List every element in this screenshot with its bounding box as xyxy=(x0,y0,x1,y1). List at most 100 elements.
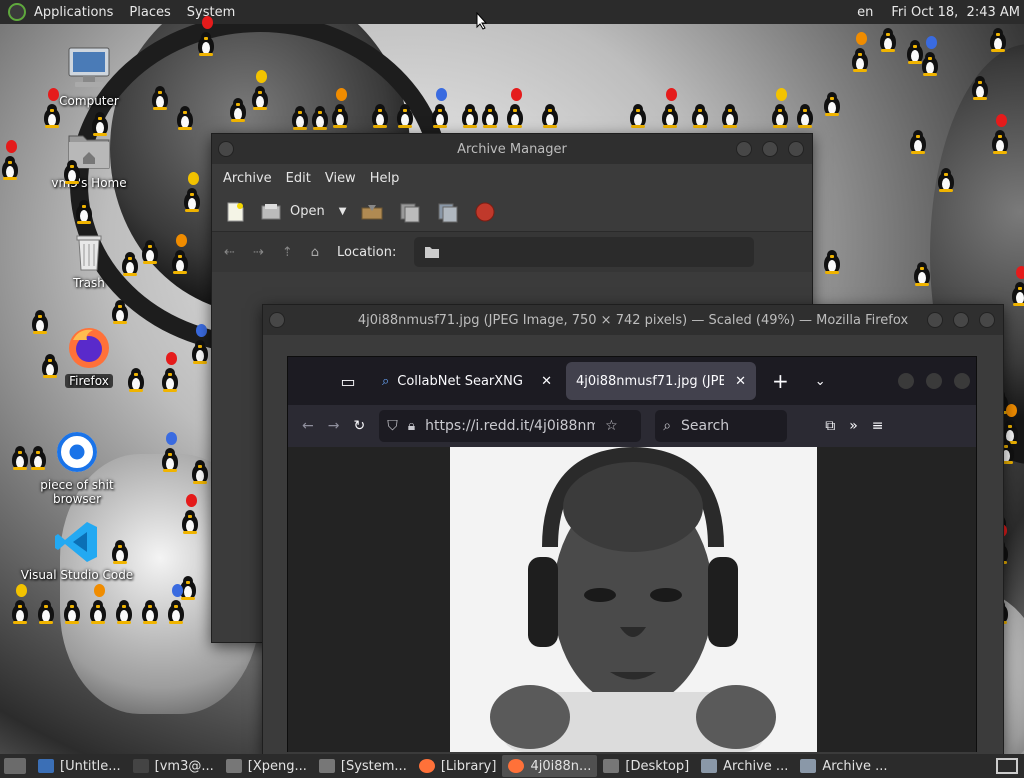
penguin-icon xyxy=(936,168,956,192)
tab-close-icon[interactable]: ✕ xyxy=(541,374,552,389)
balloon-icon xyxy=(202,16,213,29)
menu-archive[interactable]: Archive xyxy=(216,171,279,186)
archive-manager-titlebar[interactable]: Archive Manager xyxy=(212,134,812,164)
penguin-icon xyxy=(28,446,48,470)
close-button[interactable] xyxy=(954,373,970,389)
new-tab-icon[interactable]: + xyxy=(772,369,789,393)
new-archive-icon[interactable] xyxy=(224,201,246,223)
taskbar-item[interactable]: 4j0i88n... xyxy=(502,755,598,777)
tab-searxng[interactable]: ⌕ CollabNet SearXNG ✕ xyxy=(372,362,562,400)
taskbar-item[interactable]: [Untitle... xyxy=(32,755,127,777)
taskbar-item[interactable]: Archive ... xyxy=(794,755,893,777)
tab-close-icon[interactable]: ✕ xyxy=(735,374,746,389)
penguin-icon xyxy=(912,262,932,286)
image-viewer-area[interactable] xyxy=(288,447,976,752)
tab-overview-icon[interactable]: ▭ xyxy=(324,372,372,391)
overflow-chevron-icon[interactable]: » xyxy=(849,418,858,434)
taskbar-item[interactable]: Archive ... xyxy=(695,755,794,777)
extensions-icon[interactable]: ⧉ xyxy=(825,418,835,434)
penguin-icon xyxy=(250,86,270,110)
taskbar-item[interactable]: [System... xyxy=(313,755,413,777)
forward-arrow-icon[interactable]: ⇢ xyxy=(253,245,264,260)
places-menu[interactable]: Places xyxy=(121,5,178,20)
archive-icon xyxy=(800,759,817,773)
lock-icon[interactable]: 🔒︎ xyxy=(408,418,415,434)
minimize-button[interactable] xyxy=(898,373,914,389)
penguin-icon xyxy=(190,340,210,364)
desktop-icon-computer[interactable]: Computer xyxy=(29,46,149,108)
up-arrow-icon[interactable]: ⇡ xyxy=(282,245,293,260)
top-panel: Applications Places System en Fri Oct 18… xyxy=(0,0,1024,30)
firefox-icon xyxy=(65,326,113,370)
close-button[interactable] xyxy=(788,141,804,157)
penguin-icon xyxy=(190,460,210,484)
taskbar-label: Archive ... xyxy=(822,758,888,774)
workspace-switcher-icon[interactable] xyxy=(996,758,1018,774)
jpeg-image xyxy=(450,447,817,752)
menu-edit[interactable]: Edit xyxy=(279,171,318,186)
trash-icon xyxy=(65,228,113,272)
taskbar-item[interactable]: [vm3@... xyxy=(127,755,220,777)
search-icon: ⌕ xyxy=(382,373,390,389)
penguin-icon xyxy=(330,104,350,128)
menu-view[interactable]: View xyxy=(318,171,363,186)
firefox-window[interactable]: ▭ ⌕ CollabNet SearXNG ✕ 4j0i88nmusf71.jp… xyxy=(287,356,977,752)
maximize-button[interactable] xyxy=(926,373,942,389)
open-archive-icon xyxy=(261,203,281,219)
minimize-button[interactable] xyxy=(736,141,752,157)
list-tabs-icon[interactable]: ⌄ xyxy=(815,374,826,389)
penguin-icon xyxy=(628,104,648,128)
balloon-icon xyxy=(256,70,267,83)
archive-menubar: Archive Edit View Help xyxy=(212,164,812,192)
balloon-icon xyxy=(186,494,197,507)
firefox-icon xyxy=(508,759,525,773)
firefox-titlebar[interactable]: 4j0i88nmusf71.jpg (JPEG Image, 750 × 742… xyxy=(263,305,1003,335)
penguin-icon xyxy=(505,104,525,128)
open-button[interactable]: Open xyxy=(260,203,325,221)
home-icon[interactable]: ⌂ xyxy=(311,245,319,260)
back-arrow-icon[interactable]: ⇠ xyxy=(224,245,235,260)
penguin-icon xyxy=(822,92,842,116)
taskbar-item[interactable]: [Desktop] xyxy=(597,755,695,777)
penguin-icon xyxy=(140,240,160,264)
clock[interactable]: Fri Oct 18, 2:43 AM xyxy=(891,5,1020,20)
location-field[interactable] xyxy=(414,237,755,267)
menu-help[interactable]: Help xyxy=(363,171,407,186)
add-folder-icon[interactable] xyxy=(436,201,460,223)
extract-icon[interactable] xyxy=(360,203,384,221)
distro-logo-icon[interactable] xyxy=(8,3,26,21)
window-menu-button[interactable] xyxy=(269,312,285,328)
maximize-button[interactable] xyxy=(953,312,969,328)
back-arrow-icon[interactable]: ← xyxy=(302,418,314,434)
stop-icon[interactable] xyxy=(474,201,496,223)
vscode-icon xyxy=(53,520,101,564)
close-button[interactable] xyxy=(979,312,995,328)
bookmark-star-icon[interactable]: ☆ xyxy=(605,418,618,434)
window-title: Archive Manager xyxy=(457,141,567,157)
show-desktop-icon[interactable] xyxy=(4,758,26,774)
tab-image[interactable]: 4j0i88nmusf71.jpg (JPEG I ✕ xyxy=(566,362,756,400)
desktop-icon-home[interactable]: vm3's Home xyxy=(29,128,149,190)
search-icon: ⌕ xyxy=(663,418,672,434)
window-menu-button[interactable] xyxy=(218,141,234,157)
penguin-icon xyxy=(90,112,110,136)
keyboard-layout-indicator[interactable]: en xyxy=(857,5,873,20)
balloon-icon xyxy=(196,324,207,337)
taskbar-item[interactable]: [Xpeng... xyxy=(220,755,313,777)
balloon-icon xyxy=(996,114,1007,127)
hamburger-menu-icon[interactable]: ≡ xyxy=(872,418,884,434)
taskbar-label: [Untitle... xyxy=(60,758,121,774)
forward-arrow-icon[interactable]: → xyxy=(328,418,340,434)
open-dropdown-icon[interactable]: ▼ xyxy=(339,206,347,217)
shield-icon[interactable]: ⛉ xyxy=(387,418,398,434)
search-input[interactable]: ⌕ Search xyxy=(655,410,788,442)
taskbar-item[interactable]: [Library] xyxy=(413,755,503,777)
firefox-navbar: ← → ↻ ⛉ 🔒︎ https://i.redd.it/4j0i88nmu ☆… xyxy=(288,405,976,447)
add-files-icon[interactable] xyxy=(398,201,422,223)
applications-menu[interactable]: Applications xyxy=(26,5,121,20)
maximize-button[interactable] xyxy=(762,141,778,157)
minimize-button[interactable] xyxy=(927,312,943,328)
balloon-icon xyxy=(1016,266,1024,279)
reload-icon[interactable]: ↻ xyxy=(353,418,365,434)
url-bar[interactable]: ⛉ 🔒︎ https://i.redd.it/4j0i88nmu ☆ xyxy=(379,410,642,442)
